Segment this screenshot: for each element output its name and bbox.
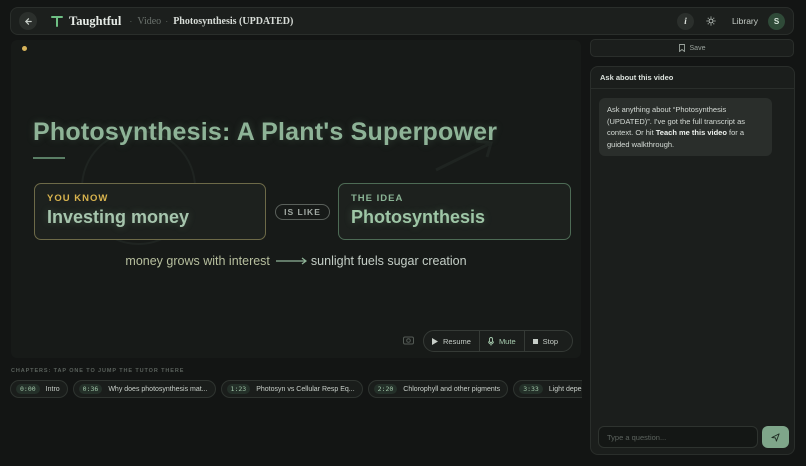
chapter-chip[interactable]: 3:33 Light depende [513,380,582,398]
known-concept-value: Investing money [47,207,190,227]
chapter-chip[interactable]: 2:20 Chlorophyll and other pigments [367,380,509,398]
chapter-time: 2:20 [373,384,398,394]
chapter-time: 1:23 [226,384,251,394]
resume-label: Resume [443,336,471,346]
chapter-chip[interactable]: 0:36 Why does photosynthesis mat... [72,380,216,398]
arrow-left-icon [24,17,32,25]
top-bar: Taughtful · Video · Photosynthesis (UPDA… [10,7,794,35]
mute-button[interactable]: Mute [478,331,524,351]
top-right-actions: i Library S [677,12,785,30]
idea-concept-card: THE IDEA Photosynthesis [338,183,571,240]
back-button[interactable] [19,12,37,30]
known-concept-label: YOU KNOW [47,193,109,204]
chat-panel-title: Ask about this video [591,67,794,89]
stop-icon [532,338,538,344]
play-icon [432,337,438,345]
theme-toggle-button[interactable] [704,14,718,28]
chapter-chip[interactable]: 0:00 Intro [10,380,68,398]
stop-button[interactable]: Stop [523,331,566,351]
playback-controls: Resume Mute Stop [423,330,573,352]
status-dot [22,46,27,51]
chapter-time: 0:36 [78,384,103,394]
assistant-message: Ask anything about “Photosynthesis (UPDA… [599,98,772,156]
bookmark-icon [678,44,685,52]
relation-left-text: money grows with interest [125,254,270,268]
chapter-chip[interactable]: 1:23 Photosyn vs Cellular Resp Eq... [220,380,363,398]
title-underline [33,157,65,159]
chapters-label: CHAPTERS: TAP ONE TO JUMP THE TUTOR THER… [11,368,185,374]
info-button[interactable]: i [677,12,695,30]
idea-concept-label: THE IDEA [351,193,404,204]
avatar[interactable]: S [768,12,785,30]
breadcrumb-title: Photosynthesis (UPDATED) [173,15,294,27]
chapter-title: Why does photosynthesis mat... [108,385,208,393]
camera-icon[interactable] [403,335,414,345]
arrow-right-icon [275,257,307,265]
chapter-title: Intro [45,385,60,393]
chapter-title: Chlorophyll and other pigments [403,385,501,393]
resume-button[interactable]: Resume [424,331,479,351]
breadcrumb-separator: · [129,16,133,26]
taughtful-logo-icon [51,16,63,27]
chat-panel: Ask about this video Ask anything about … [590,66,795,455]
analogy-relation: money grows with interest sunlight fuels… [11,254,581,268]
chapters-track: 0:00 Intro 0:36 Why does photosynthesis mat… [10,380,582,398]
question-input[interactable] [598,426,758,448]
send-button[interactable] [762,426,789,448]
save-button[interactable]: Save [590,39,794,57]
brand-name[interactable]: Taughtful [69,14,121,29]
stop-label: Stop [542,336,559,346]
relation-right-text: sunlight fuels sugar creation [310,254,467,268]
breadcrumb-separator: · [165,16,169,26]
chapter-time: 3:33 [519,384,543,394]
video-stage[interactable]: Photosynthesis: A Plant's Superpower YOU… [11,40,581,358]
chapter-title: Light depende [548,385,582,393]
microphone-icon [487,336,494,345]
save-label: Save [689,44,706,52]
library-link[interactable]: Library [732,16,758,26]
breadcrumb-section[interactable]: Video [137,16,161,27]
chapters-list[interactable]: 0:00 Intro 0:36 Why does photosynthesis mat… [10,380,582,400]
analogy-connector: IS LIKE [275,204,330,220]
chapter-title: Photosyn vs Cellular Resp Eq... [256,385,355,393]
slide-title: Photosynthesis: A Plant's Superpower [33,118,498,146]
chapter-time: 0:00 [16,384,40,394]
send-icon [771,432,780,442]
mute-label: Mute [498,336,516,346]
teach-me-link[interactable]: Teach me this video [656,128,727,137]
known-concept-card: YOU KNOW Investing money [34,183,266,240]
idea-concept-value: Photosynthesis [351,207,486,227]
sun-icon [706,16,716,26]
